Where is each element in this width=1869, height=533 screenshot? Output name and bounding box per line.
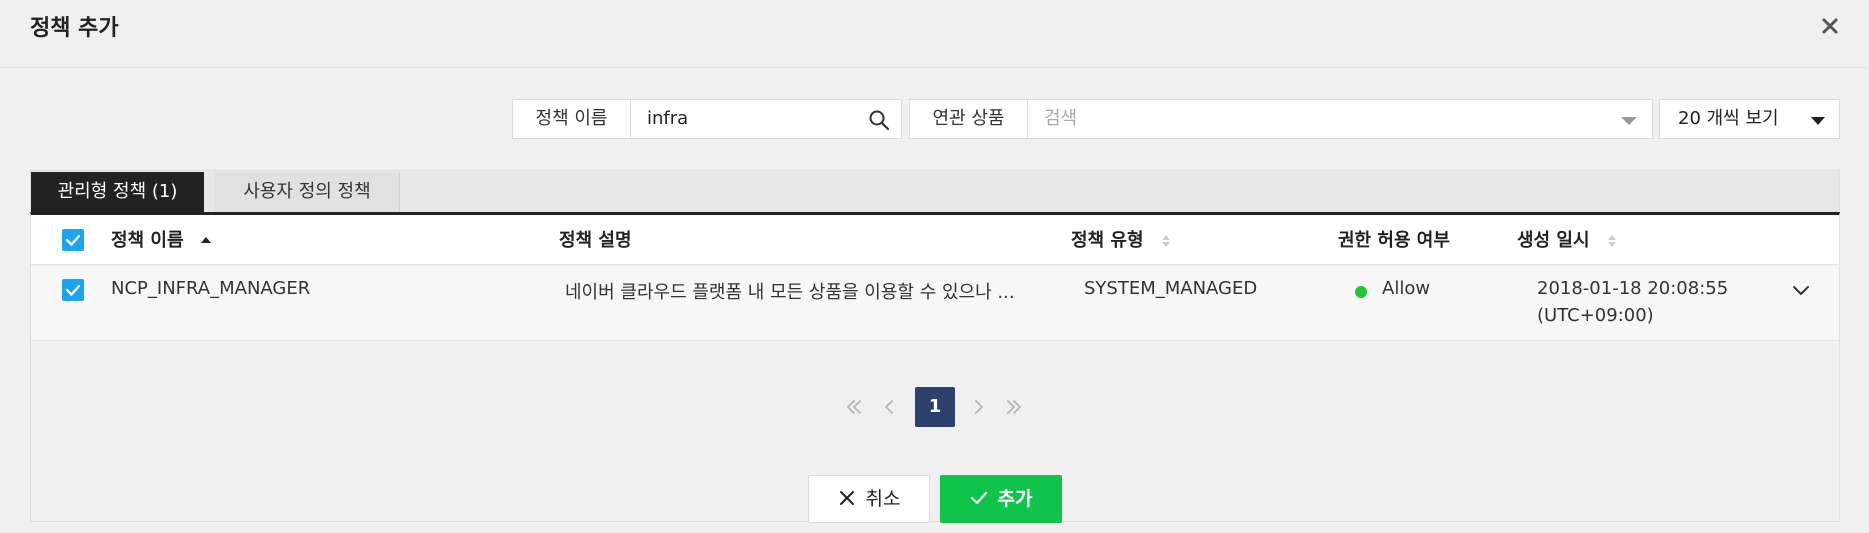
chevron-down-icon: [1810, 113, 1826, 127]
policy-name-filter-label: 정책 이름: [513, 100, 631, 138]
first-page-icon[interactable]: [834, 387, 874, 427]
policy-description-cell: 네이버 클라우드 플랫폼 내 모든 상품을 이용할 수 있으나 ...: [565, 282, 1015, 303]
column-header-name-label: 정책 이름: [111, 230, 184, 251]
policy-tabs: 관리형 정책 (1) 사용자 정의 정책: [30, 170, 1840, 212]
select-all-checkbox[interactable]: [62, 229, 84, 251]
search-icon[interactable]: [868, 109, 890, 131]
related-product-filter-label: 연관 상품: [910, 100, 1028, 138]
table-row[interactable]: NCP_INFRA_MANAGER 네이버 클라우드 플랫폼 내 모든 상품을 …: [31, 266, 1839, 341]
permission-status-cell: Allow: [1382, 278, 1431, 299]
tab-custom-policy[interactable]: 사용자 정의 정책: [215, 172, 400, 212]
related-product-select[interactable]: 검색: [1028, 100, 1588, 138]
created-timezone-cell: (UTC+09:00): [1537, 305, 1654, 326]
chevron-down-icon[interactable]: [1791, 280, 1811, 300]
dialog-title: 정책 추가: [30, 16, 119, 41]
sort-ascending-icon[interactable]: [200, 233, 212, 249]
page-button-current[interactable]: 1: [915, 387, 955, 427]
cancel-button-label: 취소: [865, 488, 901, 510]
sort-icon[interactable]: [1606, 233, 1618, 249]
created-date-cell: 2018-01-18 20:08:55: [1537, 278, 1729, 299]
policy-type-cell: SYSTEM_MANAGED: [1084, 278, 1258, 299]
close-icon[interactable]: [1818, 14, 1842, 38]
column-header-type-label: 정책 유형: [1071, 230, 1144, 251]
column-header-name[interactable]: 정책 이름: [111, 226, 212, 252]
policy-name-filter: 정책 이름 infra: [512, 99, 902, 139]
related-product-filter: 연관 상품 검색: [909, 99, 1653, 139]
sort-icon[interactable]: [1160, 233, 1172, 249]
add-button[interactable]: 추가: [940, 475, 1062, 523]
cancel-button[interactable]: 취소: [808, 475, 930, 523]
last-page-icon[interactable]: [994, 387, 1034, 427]
add-button-label: 추가: [997, 488, 1033, 510]
column-header-description: 정책 설명: [559, 230, 632, 251]
prev-page-icon[interactable]: [869, 387, 909, 427]
column-header-permission: 권한 허용 여부: [1338, 230, 1450, 251]
table-header: 정책 이름 정책 설명 정책 유형 권한 허용 여부 생성 일시: [31, 215, 1839, 265]
dropdown-caret-icon[interactable]: [1620, 113, 1638, 127]
tab-managed-policy[interactable]: 관리형 정책 (1): [31, 172, 204, 212]
policy-name-cell: NCP_INFRA_MANAGER: [111, 278, 311, 299]
page-size-label: 20 개씩 보기: [1678, 108, 1779, 129]
column-header-created-label: 생성 일시: [1517, 230, 1590, 251]
dialog-header: 정책 추가: [0, 0, 1869, 68]
page-size-select[interactable]: 20 개씩 보기: [1659, 99, 1840, 139]
status-dot-icon: [1355, 286, 1367, 298]
row-checkbox[interactable]: [62, 279, 84, 301]
pagination: 1: [834, 387, 1034, 427]
policy-table: 정책 이름 정책 설명 정책 유형 권한 허용 여부 생성 일시 NCP_INF…: [30, 212, 1840, 522]
next-page-icon[interactable]: [959, 387, 999, 427]
close-icon: [839, 490, 854, 505]
policy-name-search-input[interactable]: infra: [631, 100, 861, 138]
check-icon: [970, 491, 987, 504]
column-header-type[interactable]: 정책 유형: [1071, 226, 1172, 252]
column-header-created[interactable]: 생성 일시: [1517, 226, 1618, 252]
